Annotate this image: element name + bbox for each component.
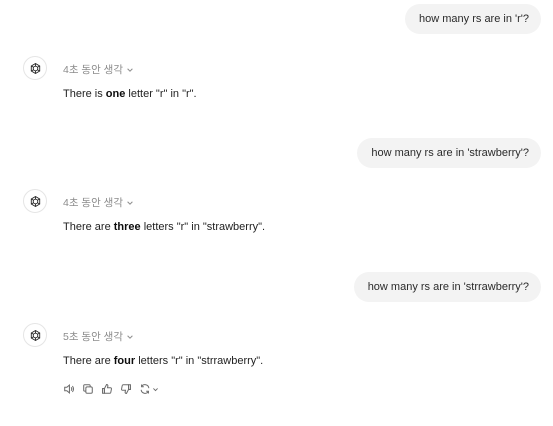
thumbs-up-icon xyxy=(102,384,112,394)
message-actions xyxy=(63,383,159,395)
copy-button[interactable] xyxy=(82,383,94,395)
read-aloud-icon xyxy=(64,384,75,394)
thinking-label: 4초 동안 생각 xyxy=(63,197,123,209)
answer-text: letters "r" in "strawberry". xyxy=(140,221,266,233)
chat-thread: how many rs are in 'r'? 4초 동안 생각 There i… xyxy=(0,0,553,426)
read-aloud-button[interactable] xyxy=(63,383,75,395)
answer-text: letter "r" in "r". xyxy=(125,88,197,100)
assistant-answer-3: There are four letters "r" in "strrawber… xyxy=(63,355,263,367)
openai-logo-icon xyxy=(30,195,40,207)
openai-logo-icon xyxy=(30,62,40,74)
answer-count: three xyxy=(113,221,141,233)
chevron-down-icon xyxy=(127,335,133,339)
thinking-toggle[interactable]: 4초 동안 생각 xyxy=(63,195,134,210)
copy-icon xyxy=(83,384,93,394)
thinking-toggle[interactable]: 5초 동안 생각 xyxy=(63,329,134,344)
regenerate-icon xyxy=(140,384,150,394)
chevron-down-icon xyxy=(153,387,158,391)
answer-text: letters "r" in "strrawberry". xyxy=(135,355,264,367)
thumbs-down-icon xyxy=(121,384,131,394)
chevron-down-icon xyxy=(127,68,133,72)
answer-text: There are xyxy=(63,355,114,367)
user-message-3: how many rs are in 'strrawberry'? xyxy=(353,272,541,302)
answer-text: There are xyxy=(63,221,114,233)
assistant-answer-1: There is one letter "r" in "r". xyxy=(63,88,197,100)
thumbs-down-button[interactable] xyxy=(120,383,132,395)
answer-count: one xyxy=(105,88,126,100)
regenerate-button[interactable] xyxy=(139,383,159,395)
answer-count: four xyxy=(113,355,136,367)
thinking-label: 5초 동안 생각 xyxy=(63,331,123,343)
user-message-1: how many rs are in 'r'? xyxy=(405,4,541,34)
assistant-answer-2: There are three letters "r" in "strawber… xyxy=(63,221,265,233)
assistant-avatar xyxy=(23,56,47,80)
user-message-2: how many rs are in 'strawberry'? xyxy=(357,138,541,168)
chevron-down-icon xyxy=(127,201,133,205)
assistant-avatar xyxy=(23,189,47,213)
openai-logo-icon xyxy=(30,329,40,341)
thumbs-up-button[interactable] xyxy=(101,383,113,395)
assistant-avatar xyxy=(23,323,47,347)
answer-text: There is xyxy=(63,88,106,100)
thinking-label: 4초 동안 생각 xyxy=(63,64,123,76)
thinking-toggle[interactable]: 4초 동안 생각 xyxy=(63,62,134,77)
